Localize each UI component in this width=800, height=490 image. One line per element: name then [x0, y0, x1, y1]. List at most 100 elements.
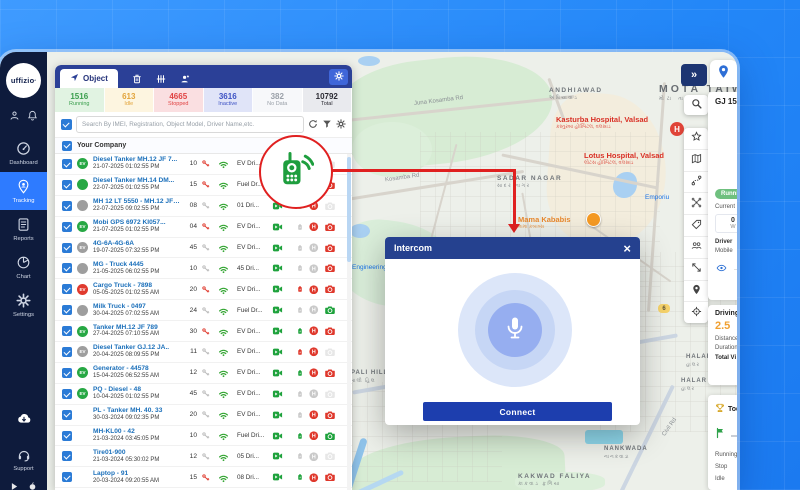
- horn-icon[interactable]: H: [307, 326, 321, 336]
- vehicle-name[interactable]: 4G-6A-4G-6A: [93, 240, 181, 248]
- map-tool-route[interactable]: [684, 172, 708, 194]
- vehicle-name[interactable]: Milk Truck - 0497: [93, 303, 181, 311]
- horn-icon[interactable]: H: [307, 410, 321, 420]
- vehicle-row[interactable]: PL - Tanker MH. 40. 3330-03-2024 09:02:3…: [55, 405, 352, 426]
- video-icon[interactable]: [268, 326, 286, 336]
- vehicle-row[interactable]: EV Diesel Tanker GJ.12 JA..20-04-2025 08…: [55, 342, 352, 363]
- vehicle-name[interactable]: Tire01-900: [93, 449, 181, 457]
- battery-icon[interactable]: [292, 263, 307, 273]
- vehicle-row[interactable]: MH-KL00 - 4221-03-2024 03:45:05 PM 10 Fu…: [55, 426, 352, 447]
- row-checkbox[interactable]: [62, 451, 72, 461]
- camera-icon[interactable]: [321, 201, 338, 211]
- video-icon[interactable]: [268, 243, 286, 253]
- battery-icon[interactable]: [292, 243, 307, 253]
- camera-icon[interactable]: [321, 472, 338, 482]
- uffizio-logo[interactable]: uffizio*: [6, 63, 41, 98]
- hospital-marker[interactable]: H: [670, 122, 684, 136]
- cloud-download-icon[interactable]: [14, 411, 34, 431]
- video-icon[interactable]: [268, 431, 286, 441]
- camera-icon[interactable]: [321, 263, 338, 273]
- status-filter-no-data[interactable]: 382 No Data: [253, 88, 303, 112]
- driver-icon[interactable]: [180, 74, 190, 84]
- battery-icon[interactable]: [292, 222, 307, 232]
- vehicle-row[interactable]: EV Mobi GPS 6972 KI057...21-07-2025 01:0…: [55, 217, 352, 238]
- vehicle-row[interactable]: Laptop - 9120-03-2024 09:20:55 AM 15 08 …: [55, 467, 352, 488]
- battery-icon[interactable]: [292, 431, 307, 441]
- map-tool-drone[interactable]: [684, 193, 708, 215]
- row-checkbox[interactable]: [62, 243, 72, 253]
- video-icon[interactable]: [268, 347, 286, 357]
- horn-icon[interactable]: H: [307, 243, 321, 253]
- select-all-checkbox[interactable]: [61, 119, 72, 130]
- row-checkbox[interactable]: [62, 472, 72, 482]
- map-tool-tag[interactable]: [684, 215, 708, 237]
- vehicle-name[interactable]: Mobi GPS 6972 KI057...: [93, 219, 181, 227]
- sidebar-item-settings[interactable]: Settings: [0, 286, 47, 324]
- vehicle-row[interactable]: EV Tanker MH.12 JF 78927-04-2025 07:10:5…: [55, 321, 352, 342]
- vehicle-row[interactable]: EV Cargo Truck - 789805-05-2025 01:02:55…: [55, 279, 352, 300]
- row-checkbox[interactable]: [62, 201, 72, 211]
- camera-icon[interactable]: [321, 431, 338, 441]
- panel-settings-button[interactable]: [329, 69, 348, 85]
- vehicle-name[interactable]: Diesel Tanker MH.14 DM...: [93, 177, 181, 185]
- horn-icon[interactable]: H: [307, 452, 321, 462]
- camera-icon[interactable]: [321, 305, 338, 315]
- video-icon[interactable]: [268, 410, 286, 420]
- camera-icon[interactable]: [321, 243, 338, 253]
- battery-icon[interactable]: [292, 472, 307, 482]
- camera-icon[interactable]: [321, 326, 338, 336]
- status-filter-total[interactable]: 10792 Total: [303, 88, 353, 112]
- row-checkbox[interactable]: [62, 222, 72, 232]
- video-icon[interactable]: [268, 284, 286, 294]
- map-tool-locate[interactable]: [684, 302, 708, 323]
- eye-icon[interactable]: [715, 260, 728, 278]
- row-checkbox[interactable]: [62, 284, 72, 294]
- row-checkbox[interactable]: [62, 347, 72, 357]
- apple-icon[interactable]: [28, 478, 37, 490]
- bin-icon[interactable]: [132, 74, 142, 84]
- battery-icon[interactable]: [292, 284, 307, 294]
- vehicle-name[interactable]: PQ - Diesel - 48: [93, 386, 181, 394]
- connect-button[interactable]: Connect: [423, 402, 612, 421]
- close-icon[interactable]: ×: [623, 242, 631, 255]
- horn-icon[interactable]: H: [307, 473, 321, 483]
- horn-icon[interactable]: H: [307, 222, 321, 232]
- video-icon[interactable]: [268, 222, 286, 232]
- camera-icon[interactable]: [321, 451, 338, 461]
- row-checkbox[interactable]: [62, 159, 72, 169]
- sidebar-item-support[interactable]: Support: [0, 441, 47, 478]
- map-search-button[interactable]: [684, 95, 708, 115]
- horn-icon[interactable]: H: [307, 368, 321, 378]
- filter-icon[interactable]: [322, 116, 332, 134]
- horn-icon[interactable]: H: [307, 389, 321, 399]
- mic-button[interactable]: [488, 303, 542, 357]
- search-input[interactable]: [76, 116, 304, 133]
- camera-icon[interactable]: [321, 389, 338, 399]
- map-tool-cluster[interactable]: [684, 237, 708, 259]
- row-checkbox[interactable]: [62, 368, 72, 378]
- vehicle-name[interactable]: PL - Tanker MH. 40. 33: [93, 407, 181, 415]
- video-icon[interactable]: [268, 389, 286, 399]
- sidebar-item-dashboard[interactable]: Dashboard: [0, 134, 47, 172]
- battery-icon[interactable]: [292, 451, 307, 461]
- battery-icon[interactable]: [292, 389, 307, 399]
- row-checkbox[interactable]: [62, 410, 72, 420]
- video-icon[interactable]: [268, 263, 286, 273]
- row-checkbox[interactable]: [62, 263, 72, 273]
- playstore-icon[interactable]: [10, 478, 19, 490]
- row-checkbox[interactable]: [62, 326, 72, 336]
- horn-icon[interactable]: H: [307, 305, 321, 315]
- collapse-panel-button[interactable]: »: [681, 64, 707, 86]
- sidebar-item-tracking[interactable]: Tracking: [0, 172, 47, 210]
- vehicle-name[interactable]: MH 12 LT 5550 - MH.12 JF 7...: [93, 198, 181, 206]
- row-checkbox[interactable]: [62, 431, 72, 441]
- status-filter-inactive[interactable]: 3616 Inactive: [204, 88, 254, 112]
- battery-icon[interactable]: [292, 326, 307, 336]
- camera-icon[interactable]: [321, 222, 338, 232]
- tab-object[interactable]: Object: [60, 69, 118, 88]
- vehicle-row[interactable]: EV PQ - Diesel - 4810-04-2025 01:02:55 P…: [55, 384, 352, 405]
- vehicle-row[interactable]: MG - Truck 444521-05-2025 06:02:55 PM 10…: [55, 258, 352, 279]
- bell-icon[interactable]: [27, 108, 38, 126]
- sidebar-item-reports[interactable]: Reports: [0, 210, 47, 248]
- vehicle-name[interactable]: MG - Truck 4445: [93, 261, 181, 269]
